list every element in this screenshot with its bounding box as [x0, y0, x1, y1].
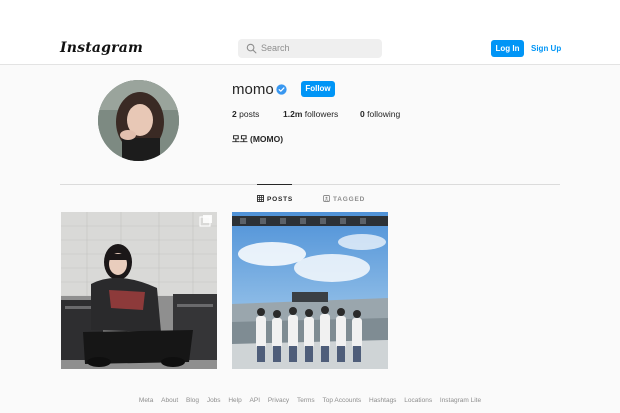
search-input[interactable]: Search: [238, 39, 382, 58]
footer-link-hashtags[interactable]: Hashtags: [369, 397, 396, 404]
footer-link-terms[interactable]: Terms: [297, 397, 315, 404]
grid-icon: [257, 195, 264, 202]
footer-link-api[interactable]: API: [250, 397, 260, 404]
footer-link-top-accounts[interactable]: Top Accounts: [322, 397, 361, 404]
tab-posts[interactable]: POSTS: [257, 195, 293, 203]
footer-link-help[interactable]: Help: [228, 397, 241, 404]
footer-links: Meta About Blog Jobs Help API Privacy Te…: [0, 397, 620, 404]
following-count: 0: [360, 109, 365, 119]
footer-link-about[interactable]: About: [161, 397, 178, 404]
tag-icon: [323, 195, 330, 202]
tab-posts-label: POSTS: [267, 196, 294, 203]
follow-button[interactable]: Follow: [301, 81, 335, 97]
profile-full-name: 모모 (MOMO): [232, 134, 284, 144]
profile-avatar[interactable]: [98, 80, 179, 161]
verified-badge-icon: [276, 84, 287, 95]
followers-count: 1.2m: [283, 109, 303, 119]
footer-link-privacy[interactable]: Privacy: [268, 397, 289, 404]
tab-tagged[interactable]: TAGGED: [323, 195, 365, 203]
tabs-divider: [60, 184, 560, 185]
top-nav: Instagram Search Log In Sign Up: [0, 32, 620, 65]
login-button[interactable]: Log In: [491, 40, 524, 57]
footer-link-meta[interactable]: Meta: [139, 397, 153, 404]
instagram-logo[interactable]: Instagram: [60, 40, 143, 56]
post-thumbnail[interactable]: [232, 212, 388, 369]
post-thumbnail[interactable]: [61, 212, 217, 369]
top-strip: [0, 0, 620, 32]
posts-stat: 2 posts: [232, 109, 259, 119]
followers-stat[interactable]: 1.2m followers: [283, 109, 338, 119]
tab-tagged-label: TAGGED: [333, 196, 366, 203]
footer-link-locations[interactable]: Locations: [404, 397, 432, 404]
profile-username: momo: [232, 81, 274, 98]
post-image: [232, 212, 388, 369]
footer-link-blog[interactable]: Blog: [186, 397, 199, 404]
footer-link-jobs[interactable]: Jobs: [207, 397, 221, 404]
footer-link-instagram-lite[interactable]: Instagram Lite: [440, 397, 481, 404]
posts-label: posts: [239, 109, 260, 119]
signup-link[interactable]: Sign Up: [531, 40, 561, 57]
avatar-image: [98, 80, 179, 161]
posts-count: 2: [232, 109, 237, 119]
active-tab-indicator: [257, 184, 292, 185]
following-stat[interactable]: 0 following: [360, 109, 400, 119]
followers-label: followers: [304, 109, 339, 119]
search-placeholder: Search: [261, 43, 290, 53]
following-label: following: [367, 109, 401, 119]
post-image: [61, 212, 217, 369]
search-icon: [246, 43, 257, 54]
